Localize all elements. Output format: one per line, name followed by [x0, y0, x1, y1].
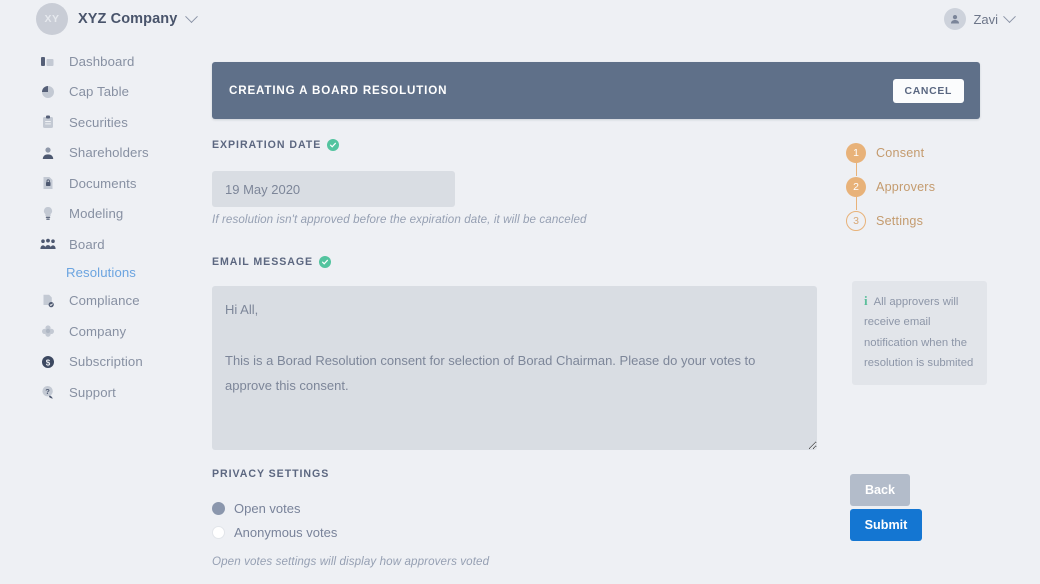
question-bubble-icon: ?: [40, 384, 56, 400]
company-building-icon: [40, 323, 56, 339]
step-consent[interactable]: 1 Consent: [846, 136, 996, 176]
sidebar-item-label: Securities: [69, 114, 128, 130]
sidebar-item-support[interactable]: ? Support: [0, 377, 205, 407]
sidebar-item-company[interactable]: Company: [0, 316, 205, 346]
info-box: i All approvers will receive email notif…: [852, 281, 987, 385]
sidebar-item-compliance[interactable]: Compliance: [0, 286, 205, 316]
radio-selected-icon: [212, 502, 225, 515]
sidebar-item-label: Shareholders: [69, 145, 149, 160]
sidebar-item-label: Support: [69, 384, 116, 400]
email-message-label: EMAIL MESSAGE: [212, 256, 332, 268]
expiration-date-input[interactable]: [212, 171, 455, 207]
sidebar-item-dashboard[interactable]: Dashboard: [0, 46, 205, 76]
dollar-coin-icon: $: [40, 354, 56, 370]
green-check-badge-icon: [319, 256, 332, 268]
privacy-settings-helper: Open votes settings will display how app…: [212, 555, 490, 568]
sidebar-subitem-label: Resolutions: [66, 265, 137, 280]
sidebar-item-securities[interactable]: Securities: [0, 107, 205, 137]
expiration-date-label: EXPIRATION DATE: [212, 139, 340, 151]
svg-text:$: $: [46, 358, 51, 367]
document-check-icon: [40, 293, 56, 309]
expiration-date-helper: If resolution isn't approved before the …: [212, 213, 587, 226]
sidebar-item-cap-table[interactable]: Cap Table: [0, 77, 205, 107]
step-number: 2: [846, 177, 866, 197]
cancel-button[interactable]: CANCEL: [892, 78, 964, 103]
pie-chart-icon: [40, 84, 56, 100]
step-number: 3: [846, 211, 866, 231]
document-lock-icon: [40, 175, 56, 191]
lightbulb-icon: [40, 206, 56, 222]
sidebar-item-documents[interactable]: Documents: [0, 168, 205, 198]
panel-header: CREATING A BOARD RESOLUTION CANCEL: [212, 62, 980, 119]
radio-unselected-icon: [212, 526, 225, 539]
page-title: CREATING A BOARD RESOLUTION: [229, 84, 448, 97]
app-root: XY XYZ Company Zavi Dashboard Cap Table: [0, 0, 1040, 584]
dashboard-bars-icon: [40, 53, 56, 69]
sidebar-item-label: Documents: [69, 175, 137, 191]
expiration-date-label-text: EXPIRATION DATE: [212, 139, 322, 151]
privacy-settings-label: PRIVACY SETTINGS: [212, 468, 330, 480]
sidebar-item-label: Dashboard: [69, 53, 135, 69]
green-check-badge-icon: [327, 139, 340, 151]
person-icon: [40, 145, 56, 161]
step-label: Consent: [876, 146, 925, 160]
svg-text:?: ?: [45, 387, 50, 396]
board-group-icon: [40, 236, 56, 252]
company-switcher[interactable]: XY XYZ Company: [0, 3, 199, 35]
info-box-text: All approvers will receive email notific…: [864, 296, 974, 370]
step-connector-line: [855, 196, 857, 210]
step-label: Approvers: [876, 180, 936, 194]
chevron-down-icon: [185, 9, 199, 23]
step-number: 1: [846, 143, 866, 163]
info-icon: i: [864, 293, 868, 308]
step-label: Settings: [876, 214, 924, 228]
sidebar-item-label: Modeling: [69, 206, 124, 221]
clipboard-icon: [40, 114, 56, 130]
sidebar-item-label: Company: [69, 323, 127, 339]
step-approvers[interactable]: 2 Approvers: [846, 170, 996, 210]
sidebar: Dashboard Cap Table Securities Sharehold…: [0, 46, 205, 584]
main-content: CREATING A BOARD RESOLUTION CANCEL EXPIR…: [212, 0, 1040, 584]
radio-open-votes[interactable]: Open votes: [212, 501, 301, 516]
sidebar-item-label: Compliance: [69, 293, 140, 308]
email-message-label-text: EMAIL MESSAGE: [212, 256, 314, 268]
step-connector-line: [855, 162, 857, 176]
sidebar-item-shareholders[interactable]: Shareholders: [0, 138, 205, 168]
step-settings[interactable]: 3 Settings: [846, 204, 996, 238]
email-message-textarea[interactable]: [212, 286, 817, 450]
sidebar-item-label: Cap Table: [69, 84, 130, 99]
stepper: 1 Consent 2 Approvers 3 Settings: [846, 136, 996, 238]
sidebar-item-modeling[interactable]: Modeling: [0, 199, 205, 229]
sidebar-item-subscription[interactable]: $ Subscription: [0, 347, 205, 377]
radio-anonymous-votes-label: Anonymous votes: [234, 525, 338, 540]
company-avatar: XY: [36, 3, 68, 35]
back-button[interactable]: Back: [850, 474, 910, 506]
company-name: XYZ Company: [78, 11, 178, 27]
radio-open-votes-label: Open votes: [234, 501, 301, 516]
sidebar-item-board[interactable]: Board: [0, 229, 205, 259]
sidebar-item-resolutions[interactable]: Resolutions: [0, 260, 205, 286]
sidebar-item-label: Subscription: [69, 354, 143, 369]
radio-anonymous-votes[interactable]: Anonymous votes: [212, 525, 337, 540]
sidebar-item-label: Board: [69, 236, 105, 252]
submit-button[interactable]: Submit: [850, 509, 922, 541]
